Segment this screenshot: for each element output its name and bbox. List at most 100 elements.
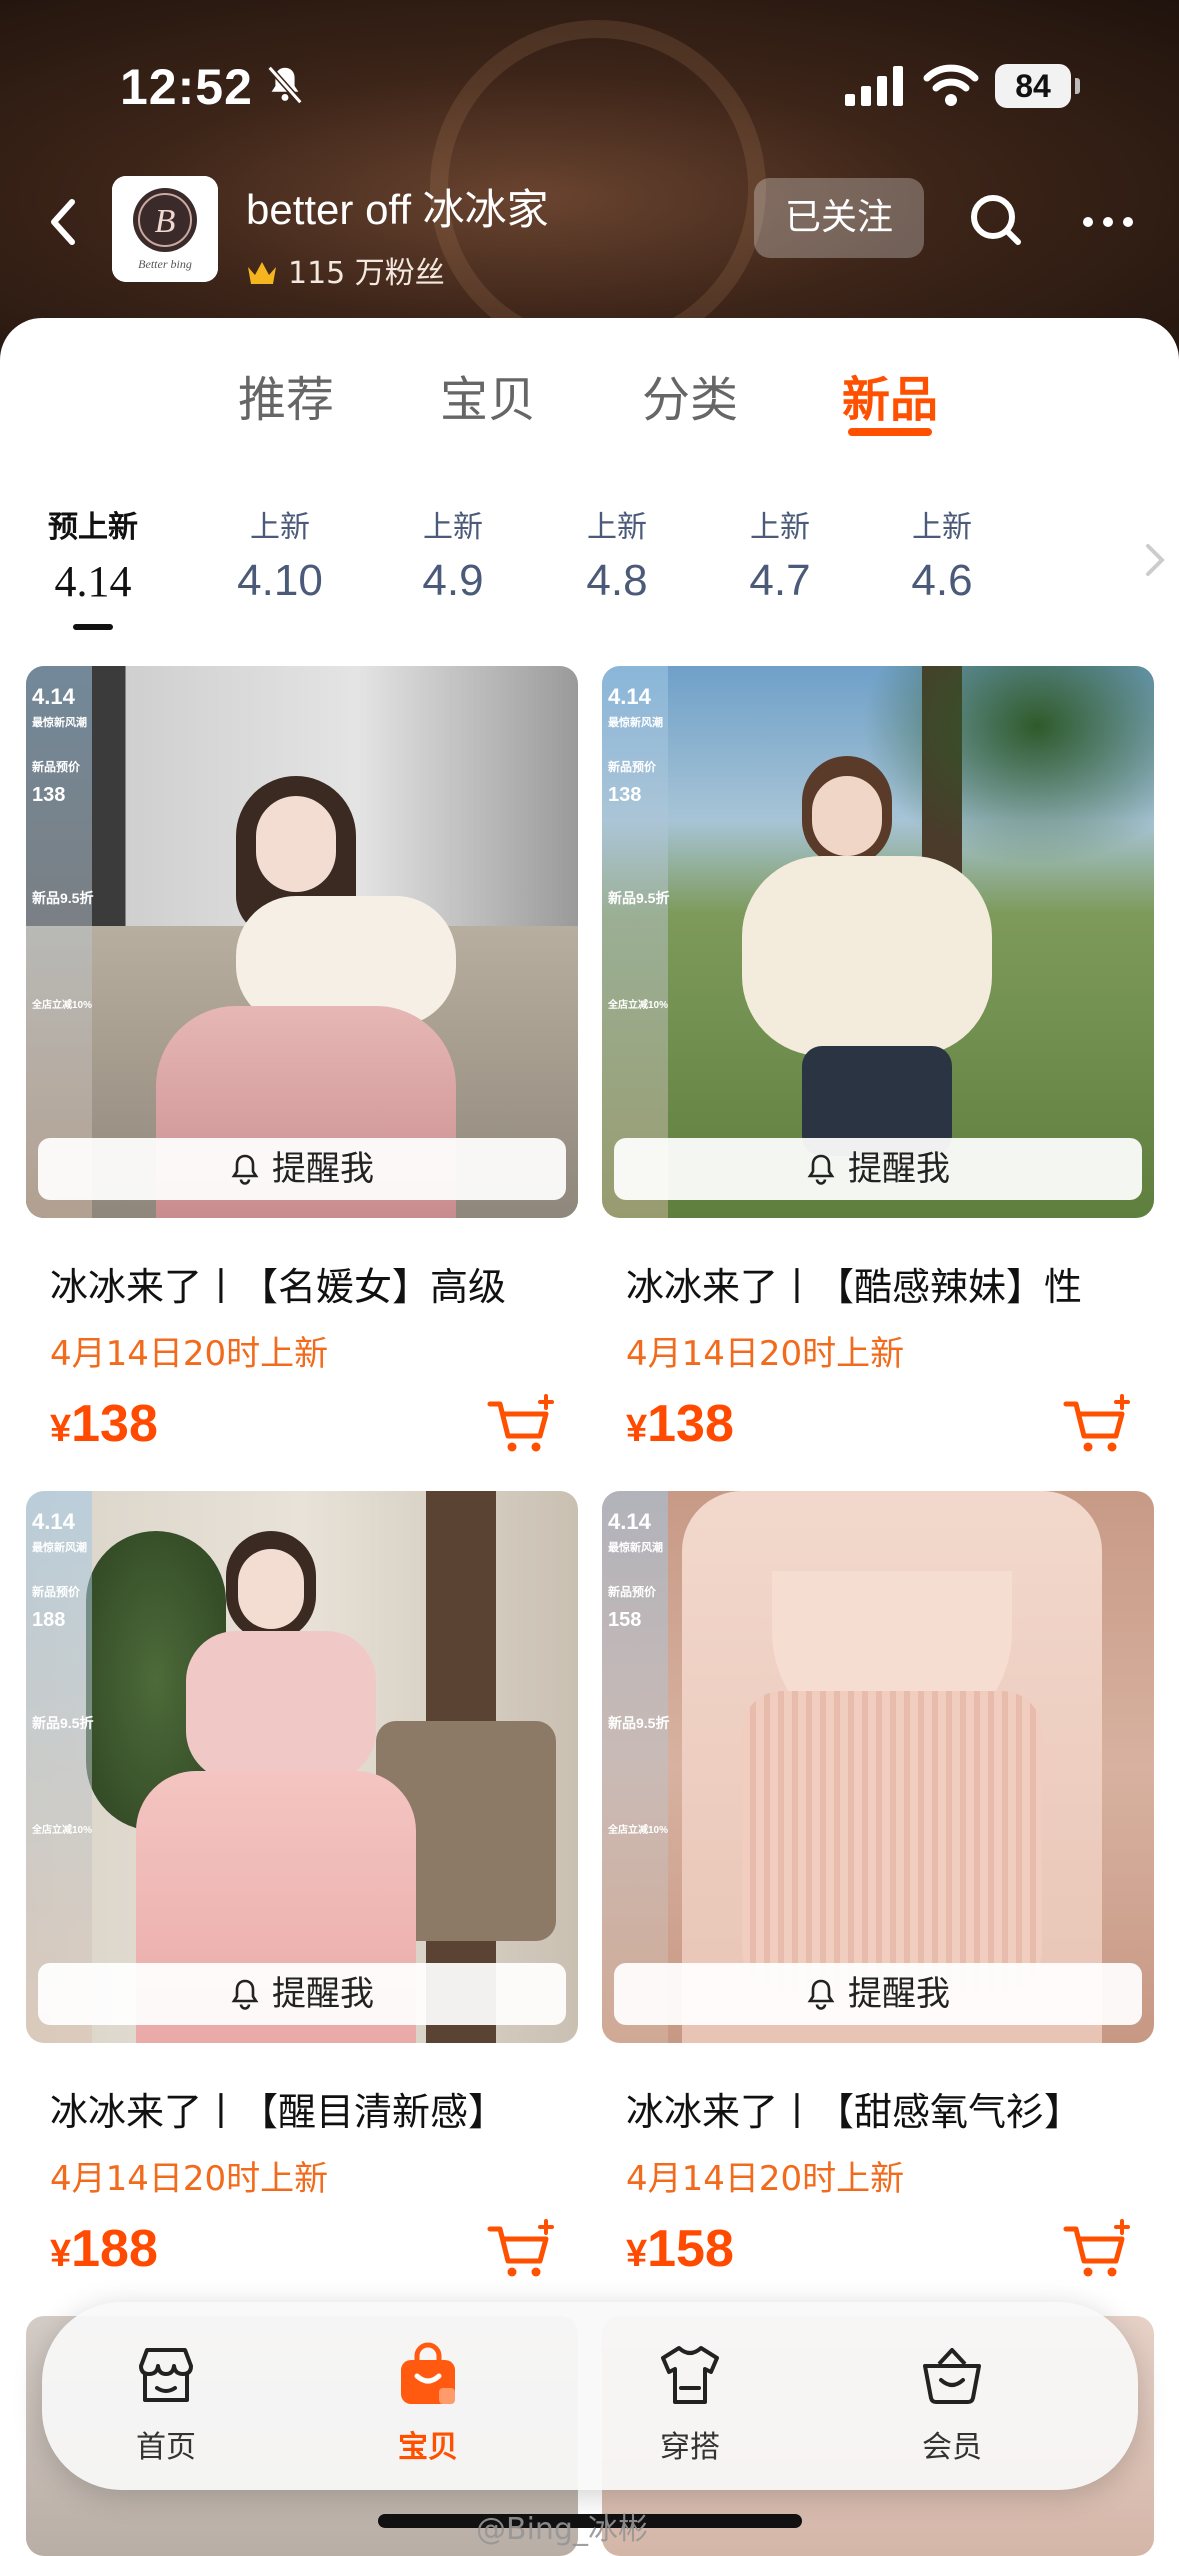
watermark: @Bing_冰彬 bbox=[476, 2512, 648, 2547]
store-icon bbox=[139, 2348, 193, 2402]
price-value: 138 bbox=[647, 1395, 734, 1453]
wifi-icon bbox=[923, 64, 979, 106]
nav-label: 宝贝 bbox=[398, 2430, 458, 2465]
remind-me-button[interactable]: 提醒我 bbox=[38, 1138, 566, 1200]
remind-label: 提醒我 bbox=[848, 1974, 950, 2014]
follow-button[interactable]: 已关注 bbox=[754, 178, 924, 258]
promo-discount: 新品9.5折 bbox=[608, 1715, 670, 1731]
product-card[interactable]: 4.14 最惊新风潮 新品预价 138 新品9.5折 全店立减10% 提醒我 冰… bbox=[26, 666, 578, 1466]
add-to-cart-icon[interactable] bbox=[1062, 2219, 1132, 2281]
nav-outfits[interactable]: 穿搭 bbox=[620, 2342, 760, 2466]
date-tab-4-14[interactable]: 预上新 4.14 bbox=[33, 502, 153, 607]
product-image[interactable]: 4.14 最惊新风潮 新品预价 138 新品9.5折 全店立减10% 提醒我 bbox=[26, 666, 578, 1218]
product-card[interactable]: 4.14 最惊新风潮 新品预价 188 新品9.5折 全店立减10% 提醒我 冰… bbox=[26, 1491, 578, 2291]
nav-home[interactable]: 首页 bbox=[96, 2342, 236, 2466]
promo-discount: 新品9.5折 bbox=[32, 890, 94, 906]
promo-line: 最惊新风潮 bbox=[608, 717, 663, 729]
remind-me-button[interactable]: 提醒我 bbox=[614, 1138, 1142, 1200]
date-tab-label: 预上新 bbox=[48, 510, 138, 545]
cell-signal-icon bbox=[845, 66, 903, 106]
promo-line: 最惊新风潮 bbox=[608, 1542, 663, 1554]
date-tab-4-8[interactable]: 上新 4.8 bbox=[557, 502, 677, 606]
nav-items[interactable]: 宝贝 bbox=[358, 2342, 498, 2466]
promo-store: 全店立减10% bbox=[32, 1825, 93, 1836]
remind-me-button[interactable]: 提醒我 bbox=[38, 1963, 566, 2025]
date-tab-4-7[interactable]: 上新 4.7 bbox=[720, 502, 840, 606]
crown-icon bbox=[248, 262, 276, 284]
currency-symbol: ¥ bbox=[626, 1408, 648, 1450]
nav-label: 首页 bbox=[136, 2430, 196, 2465]
active-tab-underline bbox=[848, 428, 932, 436]
product-price: ¥158 bbox=[626, 2219, 734, 2279]
add-to-cart-icon[interactable] bbox=[1062, 1394, 1132, 1456]
date-tab-label: 上新 bbox=[250, 510, 310, 545]
promo-line: 新品预价 bbox=[32, 760, 81, 774]
date-tab-4-6[interactable]: 上新 4.6 bbox=[882, 502, 1002, 606]
promo-discount: 新品9.5折 bbox=[32, 1715, 94, 1731]
fans-label: 115 万粉丝 bbox=[288, 256, 445, 291]
product-image[interactable]: 4.14 最惊新风潮 新品预价 138 新品9.5折 全店立减10% 提醒我 bbox=[602, 666, 1154, 1218]
tab-items[interactable]: 宝贝 bbox=[440, 360, 536, 430]
price-value: 138 bbox=[71, 1395, 158, 1453]
bottom-nav-bar: 首页 宝贝 穿搭 会员 bbox=[42, 2302, 1138, 2490]
promo-price: 138 bbox=[608, 784, 642, 806]
date-tab-date: 4.7 bbox=[749, 556, 811, 605]
promo-discount: 新品9.5折 bbox=[608, 890, 670, 906]
product-card[interactable]: 4.14 最惊新风潮 新品预价 138 新品9.5折 全店立减10% 提醒我 冰… bbox=[602, 666, 1154, 1466]
active-date-indicator bbox=[73, 624, 113, 630]
tab-new-arrivals[interactable]: 新品 bbox=[842, 360, 938, 430]
promo-line: 新品预价 bbox=[608, 760, 657, 774]
search-icon[interactable] bbox=[966, 190, 1026, 250]
promo-strip: 4.14 最惊新风潮 新品预价 188 新品9.5折 全店立减10% bbox=[26, 1491, 94, 2043]
date-tab-date: 4.6 bbox=[911, 556, 973, 605]
shop-fans-count: 115 万粉丝 bbox=[246, 248, 445, 292]
product-title[interactable]: 冰冰来了丨【醒目清新感】 bbox=[50, 2081, 570, 2136]
tab-recommend[interactable]: 推荐 bbox=[238, 360, 334, 430]
add-to-cart-icon[interactable] bbox=[486, 2219, 556, 2281]
promo-line: 新品预价 bbox=[32, 1585, 81, 1599]
promo-date: 4.14 bbox=[608, 684, 651, 709]
promo-price: 188 bbox=[32, 1609, 66, 1631]
date-tab-4-10[interactable]: 上新 4.10 bbox=[220, 502, 340, 606]
add-to-cart-icon[interactable] bbox=[486, 1394, 556, 1456]
product-image[interactable]: 4.14 最惊新风潮 新品预价 158 新品9.5折 全店立减10% 提醒我 bbox=[602, 1491, 1154, 2043]
remind-me-button[interactable]: 提醒我 bbox=[614, 1963, 1142, 2025]
date-tab-date: 4.8 bbox=[586, 556, 648, 605]
shop-logo[interactable]: B Better bing bbox=[112, 176, 218, 282]
promo-store: 全店立减10% bbox=[608, 1000, 669, 1011]
promo-date: 4.14 bbox=[32, 684, 75, 709]
member-basket-icon bbox=[923, 2348, 981, 2404]
date-tab-label: 上新 bbox=[423, 510, 483, 545]
bell-icon bbox=[231, 1979, 259, 2010]
product-title[interactable]: 冰冰来了丨【酷感辣妹】性 bbox=[626, 1256, 1146, 1311]
product-image[interactable]: 4.14 最惊新风潮 新品预价 188 新品9.5折 全店立减10% 提醒我 bbox=[26, 1491, 578, 2043]
promo-line: 最惊新风潮 bbox=[32, 1542, 87, 1554]
bell-icon bbox=[231, 1154, 259, 1185]
product-launch-time: 4月14日20时上新 bbox=[50, 1334, 329, 1374]
shop-logo-emblem-icon: B Better bing bbox=[112, 176, 218, 282]
currency-symbol: ¥ bbox=[50, 2233, 72, 2275]
promo-date: 4.14 bbox=[32, 1509, 75, 1534]
product-launch-time: 4月14日20时上新 bbox=[626, 1334, 905, 1374]
promo-date: 4.14 bbox=[608, 1509, 651, 1534]
shop-name[interactable]: better off 冰冰家 bbox=[246, 176, 549, 237]
price-value: 188 bbox=[71, 2220, 158, 2278]
back-chevron-icon[interactable] bbox=[40, 192, 84, 252]
product-card[interactable]: 4.14 最惊新风潮 新品预价 158 新品9.5折 全店立减10% 提醒我 冰… bbox=[602, 1491, 1154, 2291]
chevron-right-icon[interactable] bbox=[1140, 540, 1170, 580]
promo-price: 158 bbox=[608, 1609, 642, 1631]
product-title[interactable]: 冰冰来了丨【名媛女】高级 bbox=[50, 1256, 570, 1311]
product-title[interactable]: 冰冰来了丨【甜感氧气衫】 bbox=[626, 2081, 1146, 2136]
date-tab-4-9[interactable]: 上新 4.9 bbox=[393, 502, 513, 606]
more-dots-icon[interactable] bbox=[1078, 196, 1138, 248]
tab-category[interactable]: 分类 bbox=[642, 360, 738, 430]
promo-store: 全店立减10% bbox=[608, 1825, 669, 1836]
remind-label: 提醒我 bbox=[848, 1149, 950, 1189]
bell-icon bbox=[807, 1979, 835, 2010]
date-tab-label: 上新 bbox=[912, 510, 972, 545]
promo-price: 138 bbox=[32, 784, 66, 806]
nav-member[interactable]: 会员 bbox=[882, 2342, 1022, 2466]
remind-label: 提醒我 bbox=[272, 1149, 374, 1189]
date-tab-label: 上新 bbox=[587, 510, 647, 545]
product-launch-time: 4月14日20时上新 bbox=[50, 2159, 329, 2199]
